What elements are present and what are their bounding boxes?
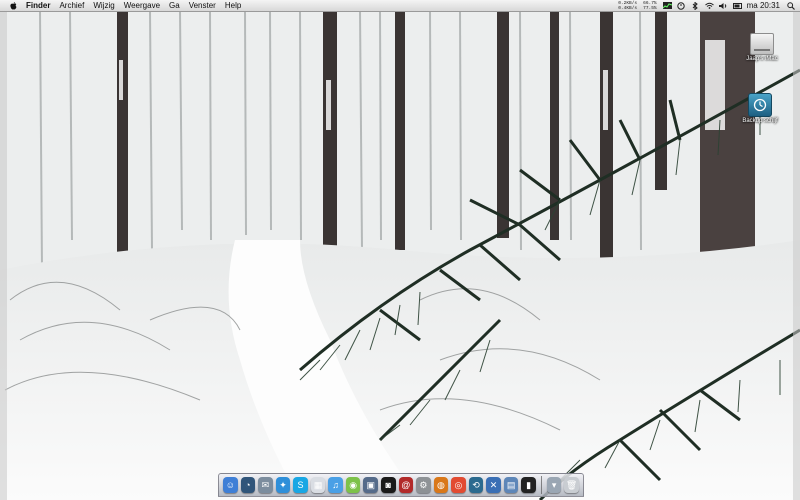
photobooth-icon[interactable]: ◙ bbox=[381, 477, 396, 493]
volume-icon[interactable] bbox=[718, 1, 728, 10]
skype-icon[interactable]: S bbox=[293, 477, 308, 493]
preview-icon[interactable]: ▤ bbox=[503, 477, 519, 493]
battery-icon[interactable] bbox=[732, 1, 742, 10]
iphoto-icon[interactable]: ▣ bbox=[363, 477, 378, 493]
chrome-icon[interactable]: ◎ bbox=[451, 477, 466, 493]
ical-icon[interactable]: ▦ bbox=[310, 477, 326, 493]
terminal-icon[interactable]: ▮ bbox=[521, 477, 536, 493]
snowy-forest-image bbox=[0, 0, 800, 500]
safari-icon[interactable]: ✦ bbox=[275, 477, 291, 493]
activity-graph-icon[interactable] bbox=[662, 1, 672, 10]
desktop-icon-backup[interactable]: Backup schijf bbox=[732, 93, 788, 124]
trash-icon[interactable]: 🗑 bbox=[564, 477, 579, 493]
wifi-icon[interactable] bbox=[704, 1, 714, 10]
firefox-icon[interactable]: ◍ bbox=[433, 477, 449, 493]
hard-drive-icon bbox=[750, 33, 774, 55]
bluetooth-icon[interactable] bbox=[691, 1, 700, 10]
finder-icon[interactable]: ☺ bbox=[223, 477, 238, 493]
mail-icon[interactable]: ✉ bbox=[258, 477, 273, 493]
dock-separator bbox=[540, 476, 542, 494]
menu-weergave[interactable]: Weergave bbox=[124, 1, 160, 10]
desktop-icon-backup-label: Backup schijf bbox=[742, 118, 778, 124]
menu-archief[interactable]: Archief bbox=[59, 1, 84, 10]
system-preferences-icon[interactable]: ⚙ bbox=[416, 477, 431, 493]
memory-stat-2: 77.5% bbox=[643, 5, 657, 11]
address-book-icon[interactable]: @ bbox=[398, 477, 414, 493]
network-upload: 0.2KB/s bbox=[618, 0, 638, 6]
menu-finder[interactable]: Finder bbox=[26, 1, 50, 10]
xcode-icon[interactable]: ✕ bbox=[486, 477, 501, 493]
dock: ☺ ◔ ✉ ✦ S ▦ ♫ ◉ ▣ ◙ @ ⚙ ◍ ◎ ⟲ ✕ ▤ ▮ ▾ 🗑 bbox=[218, 473, 584, 497]
memory-stats[interactable]: 66.7% 77.5% bbox=[643, 1, 657, 11]
menu-clock[interactable]: ma 20:31 bbox=[747, 1, 780, 10]
spotlight-search-icon[interactable] bbox=[786, 1, 795, 10]
time-machine-icon[interactable]: ⟲ bbox=[468, 477, 484, 493]
menu-bar: Finder Archief Wijzig Weergave Ga Venste… bbox=[0, 0, 800, 12]
menu-venster[interactable]: Venster bbox=[189, 1, 216, 10]
adium-icon[interactable]: ◉ bbox=[345, 477, 361, 493]
downloads-stack-icon[interactable]: ▾ bbox=[546, 477, 562, 493]
menu-ga[interactable]: Ga bbox=[169, 1, 180, 10]
time-machine-menu-icon[interactable] bbox=[677, 1, 686, 10]
desktop-wallpaper bbox=[0, 0, 800, 500]
memory-stat-1: 66.7% bbox=[643, 0, 657, 6]
network-stats[interactable]: 0.2KB/s 0.4KB/s bbox=[618, 1, 637, 11]
dashboard-icon[interactable]: ◔ bbox=[240, 477, 256, 493]
desktop-icon-imac[interactable]: Jaap's iMac bbox=[734, 33, 790, 62]
menu-help[interactable]: Help bbox=[225, 1, 241, 10]
network-download: 0.4KB/s bbox=[618, 5, 638, 11]
menu-wijzig[interactable]: Wijzig bbox=[93, 1, 114, 10]
itunes-icon[interactable]: ♫ bbox=[328, 477, 343, 493]
apple-menu-icon[interactable] bbox=[9, 1, 18, 10]
time-machine-disk-icon bbox=[748, 93, 772, 117]
desktop-icon-imac-label: Jaap's iMac bbox=[746, 56, 778, 62]
